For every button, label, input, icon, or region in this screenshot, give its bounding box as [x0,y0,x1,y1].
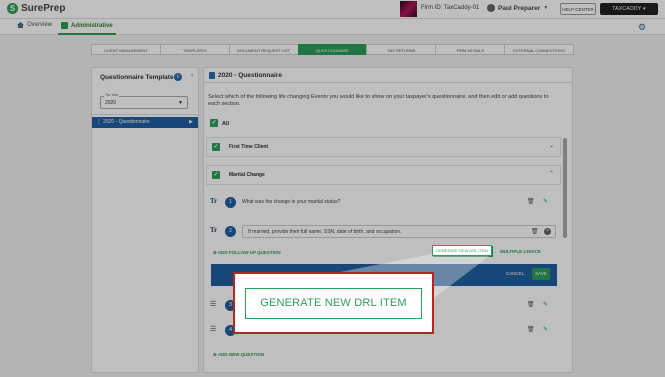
pencil-icon[interactable]: ✎ [543,198,548,205]
question-row: Tr 1 What was the change in your marital… [206,195,561,211]
list-type-icon: ☰ [210,326,217,333]
chevron-down-icon: ▼ [178,100,183,106]
info-icon[interactable]: i [174,73,182,81]
editor-description: Select which of the following life chang… [208,94,549,107]
template-item-label: 2020 - Questionnaire [103,119,150,125]
marital-change-checkbox[interactable]: ✓ [212,171,220,179]
tax-year-value: 2020 [105,100,117,106]
home-icon [17,22,24,28]
trash-icon[interactable]: 🗑 [527,301,535,308]
collapse-panel-icon[interactable]: ‹ [191,72,193,79]
editor-header: 2020 - Questionnaire [204,68,572,83]
question-number: 1 [225,197,236,208]
tab-templates[interactable]: TEMPLATES [159,44,230,55]
top-bar: S SurePrep Firm ID: TaxCaddy-01 Paul Pre… [0,0,665,19]
scrollbar[interactable] [563,138,567,238]
questionnaire-icon [209,72,215,79]
pencil-icon[interactable]: ✎ [543,326,548,333]
first-time-client-checkbox[interactable]: ✓ [212,143,220,151]
active-nav-underline [58,33,116,35]
chevron-down-icon: ▾ [643,6,646,12]
section-label: Marital Change [229,172,265,178]
drag-handle-icon[interactable]: ⋮ [96,117,102,128]
tab-client-management[interactable]: CLIENT MANAGEMENT [91,44,161,55]
firm-id: Firm ID: TaxCaddy-01 [421,5,480,11]
logo-text: SurePrep [21,3,66,14]
text-type-icon: Tr [210,226,218,234]
chevron-down-icon[interactable]: ⌄ [549,142,554,149]
user-icon [487,4,495,12]
chevron-right-icon: ▶ [189,119,193,125]
admin-icon [61,22,68,29]
gear-icon[interactable]: ⚙ [638,22,646,33]
nav-overview-label: Overview [27,22,53,28]
save-button[interactable]: SAVE [532,268,550,280]
question-text-input[interactable]: If married, provide their full name, SSN… [242,225,556,238]
question-text-value: If married, provide their full name, SSN… [248,229,402,235]
divider [92,114,198,115]
text-type-icon: Tr [210,197,218,205]
questionnaire-templates-panel: Questionnaire Templates i ‹ 2020 ▼ Tax Y… [91,67,199,373]
question-number: 2 [225,226,236,237]
admin-tabs: CLIENT MANAGEMENT TEMPLATES DOCUMENT REQ… [91,44,575,55]
trash-icon[interactable]: 🗑 [527,326,535,333]
taxcaddy-label: TAXCADDY [612,6,642,12]
nav-overview[interactable]: Overview [17,22,52,28]
cancel-button[interactable]: CANCEL [506,271,524,276]
user-menu[interactable]: Paul Preparer ▼ [487,4,548,12]
sureprep-logo-icon: S [7,3,18,14]
zoom-callout: GENERATE NEW DRL ITEM [233,272,434,334]
tab-external-connections[interactable]: EXTERNAL CONNECTIONS [504,44,575,55]
trash-icon[interactable]: 🗑 [531,228,539,235]
generate-drl-item-button-zoomed[interactable]: GENERATE NEW DRL ITEM [245,288,422,319]
taxcaddy-button[interactable]: TAXCADDY ▾ [600,3,658,15]
nav-administrative-label: Administrative [71,22,113,29]
help-center-button[interactable]: HELP CENTER [560,3,596,15]
add-new-question-link[interactable]: ⊕ ADD NEW QUESTION [213,352,264,358]
tab-document-request-list[interactable]: DOCUMENT REQUEST LIST [228,44,299,55]
question-row-editing: Tr 2 If married, provide their full name… [206,225,561,241]
all-label: All [222,121,230,127]
section-label: First Time Client [229,144,269,150]
main-nav: Overview Administrative [0,19,665,35]
clear-icon[interactable]: × [544,228,551,235]
tax-year-label: Tax Year [104,93,120,97]
user-name: Paul Preparer [498,4,541,12]
add-follow-up-question-link[interactable]: ⊕ ADD FOLLOW-UP QUESTION [213,250,281,256]
panel-title: Questionnaire Templates [100,74,178,81]
section-first-time-client[interactable]: ✓ First Time Client ⌄ [206,137,561,157]
generate-drl-item-highlight[interactable]: GENERATE NEW DRL ITEM [432,245,492,256]
template-item-2020[interactable]: ⋮ 2020 - Questionnaire ▶ [92,117,198,128]
tab-firm-details[interactable]: FIRM DETAILS [435,44,506,55]
sureprep-logo[interactable]: S SurePrep [7,3,65,14]
pencil-icon[interactable]: ✎ [543,301,548,308]
chevron-up-icon[interactable]: ⌃ [549,170,554,177]
add-follow-up-label: ADD FOLLOW-UP QUESTION [217,250,281,255]
multiple-choice-link[interactable]: MULTIPLE CHOICE [500,249,541,254]
question-text: What was the change in your marital stat… [242,199,341,205]
add-new-question-label: ADD NEW QUESTION [217,352,265,357]
trash-icon[interactable]: 🗑 [527,198,535,205]
tax-year-select[interactable]: 2020 ▼ [100,96,188,109]
tab-tax-returns[interactable]: TAX RETURNS [366,44,437,55]
list-type-icon: ☰ [210,301,217,308]
chevron-down-icon: ▼ [543,5,549,11]
tab-questionnaire[interactable]: QUESTIONNAIRE [297,44,368,55]
all-checkbox[interactable]: ✓ [210,119,218,127]
nav-administrative[interactable]: Administrative [61,22,113,29]
firm-logo-thumbnail [400,1,417,17]
section-marital-change[interactable]: ✓ Marital Change ⌃ [206,165,561,185]
editor-title: 2020 - Questionnaire [218,72,282,79]
